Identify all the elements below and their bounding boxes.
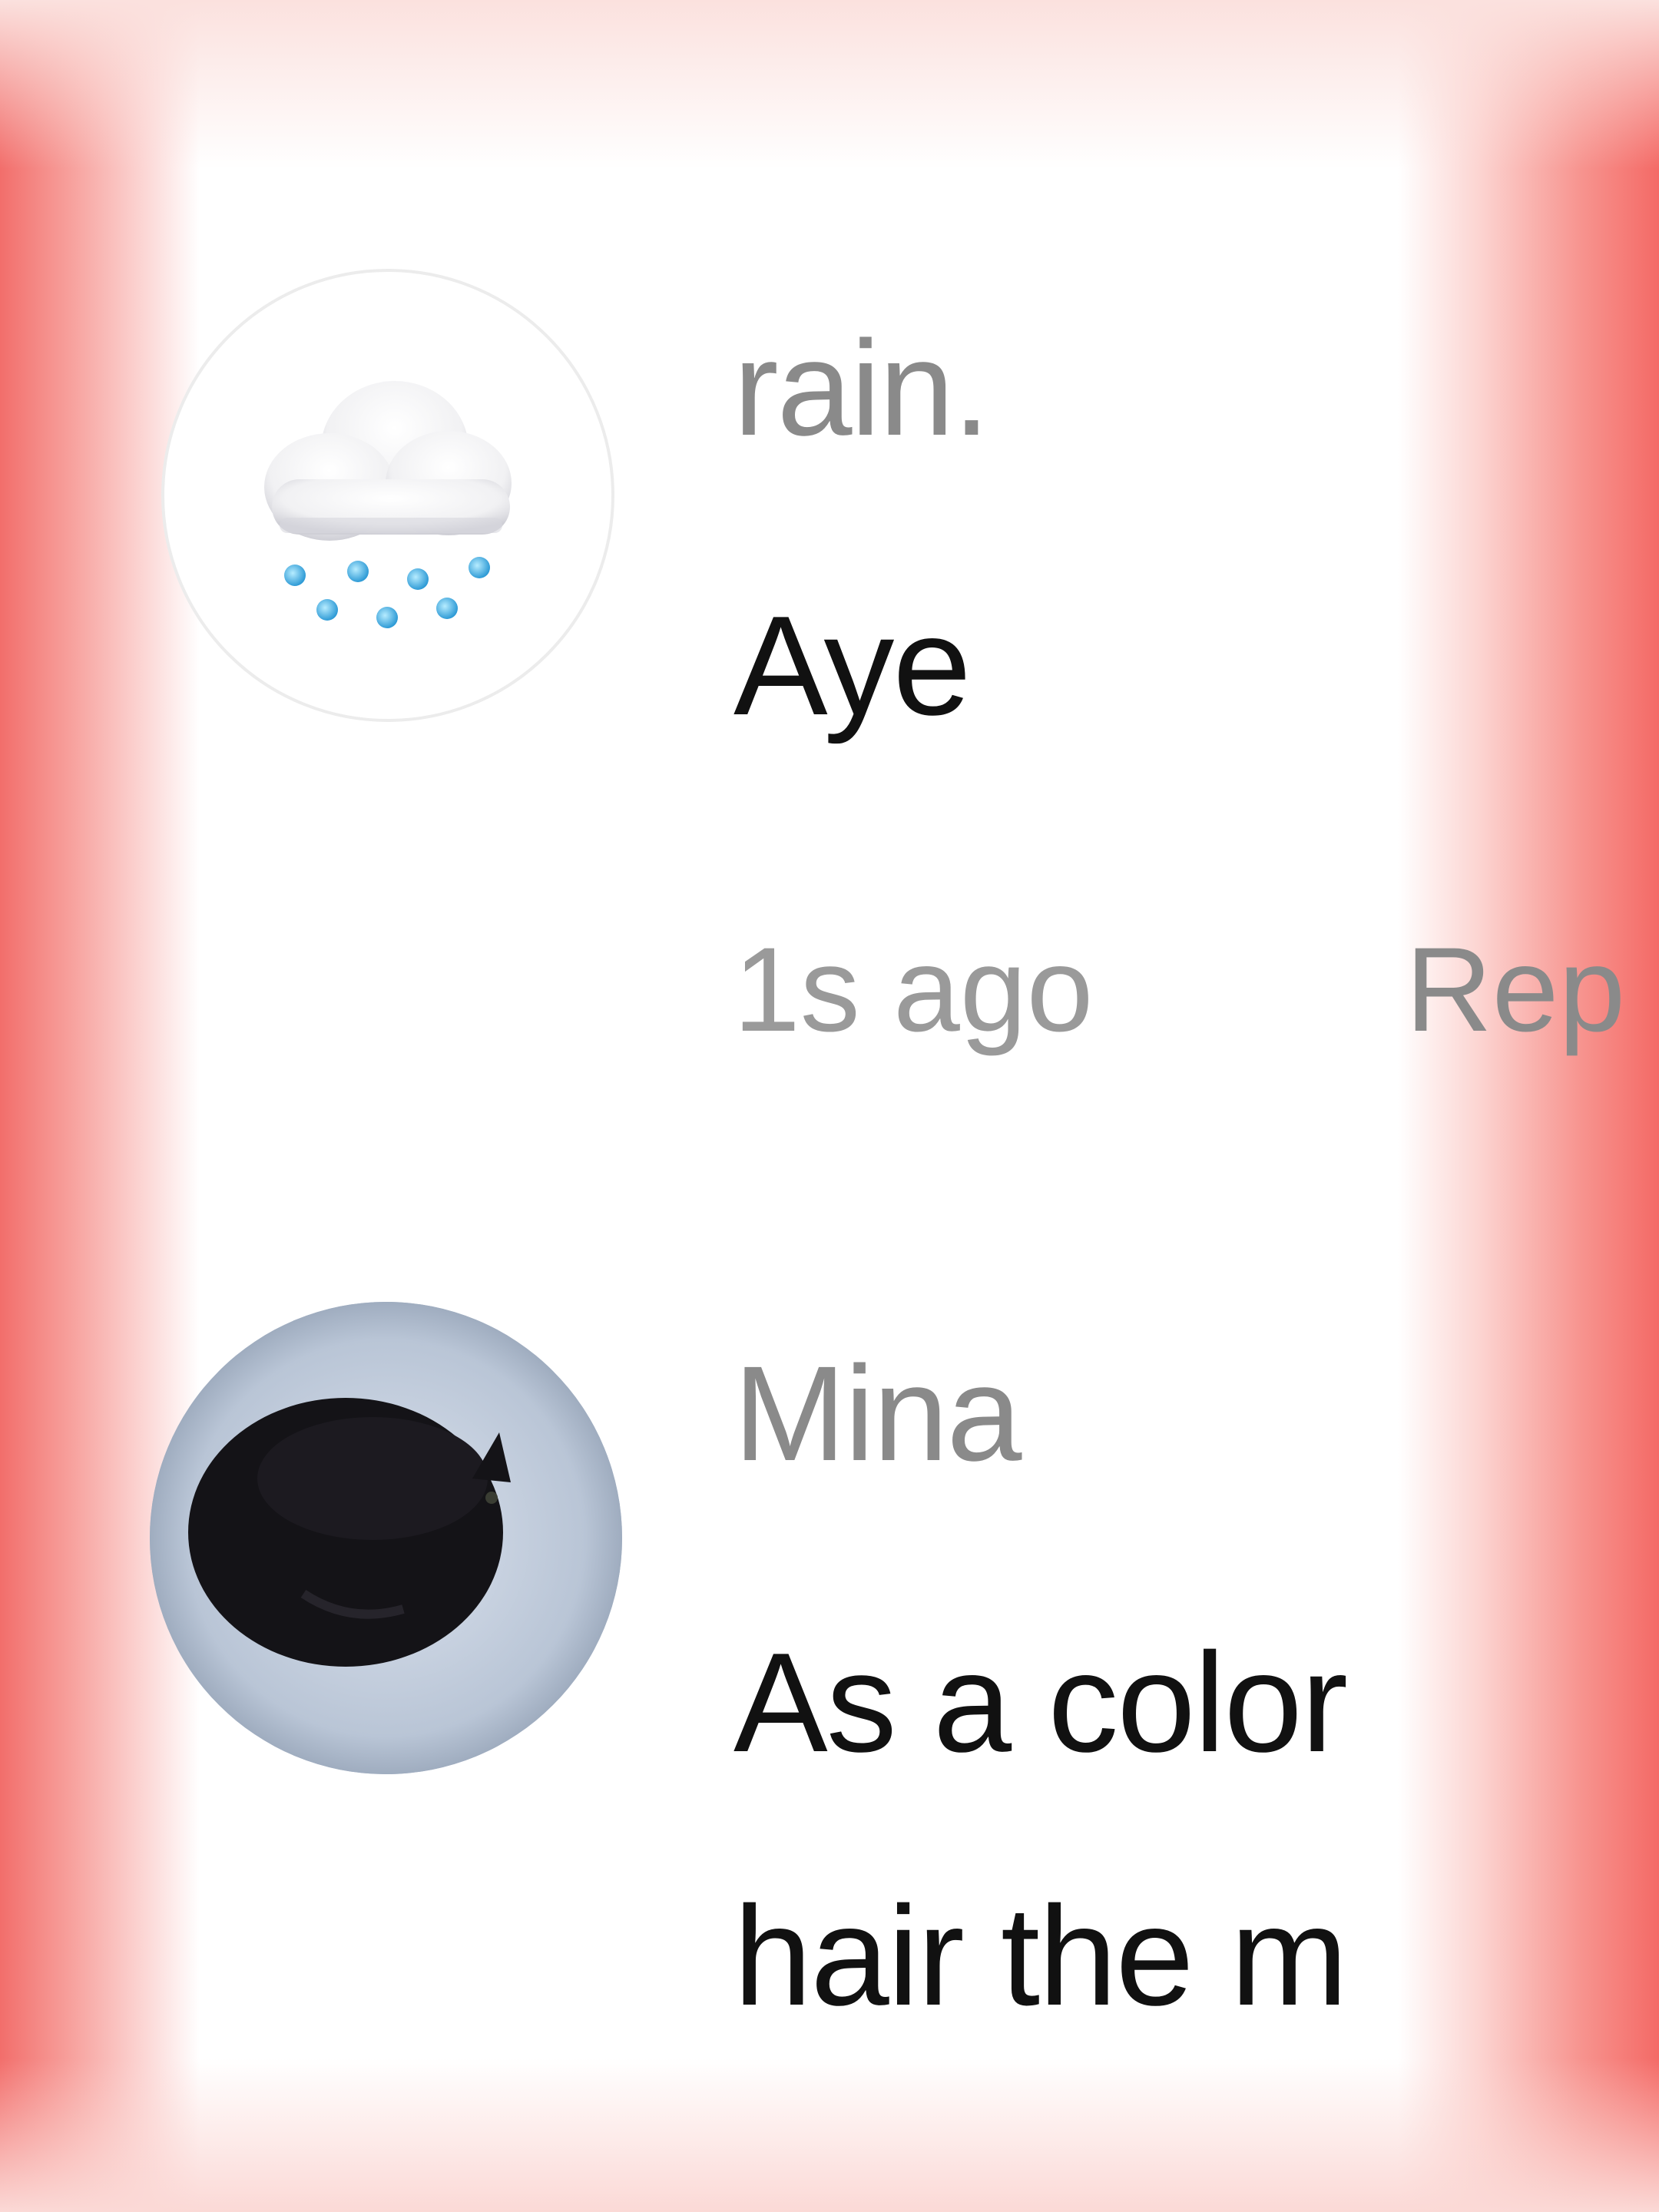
avatar[interactable] xyxy=(150,1302,622,1774)
bottom-edge-vignette xyxy=(0,2058,1659,2212)
comment-text: Aye xyxy=(733,586,972,744)
black-cat-photo xyxy=(150,1302,622,1774)
comment-username[interactable]: rain. xyxy=(733,311,990,466)
left-edge-vignette xyxy=(0,0,200,2212)
comment-timestamp: 1s ago xyxy=(733,923,1094,1057)
cloud-with-rain-icon xyxy=(264,381,512,628)
right-edge-vignette xyxy=(1398,0,1659,2212)
avatar[interactable] xyxy=(161,269,614,722)
top-edge-vignette xyxy=(0,0,1659,169)
reply-button[interactable]: Rep xyxy=(1406,922,1625,1059)
comment-text-line-1: As a color xyxy=(733,1623,1348,1781)
comment-text-line-2: hair the m xyxy=(733,1876,1348,2035)
comment-username[interactable]: Mina xyxy=(733,1336,1022,1492)
